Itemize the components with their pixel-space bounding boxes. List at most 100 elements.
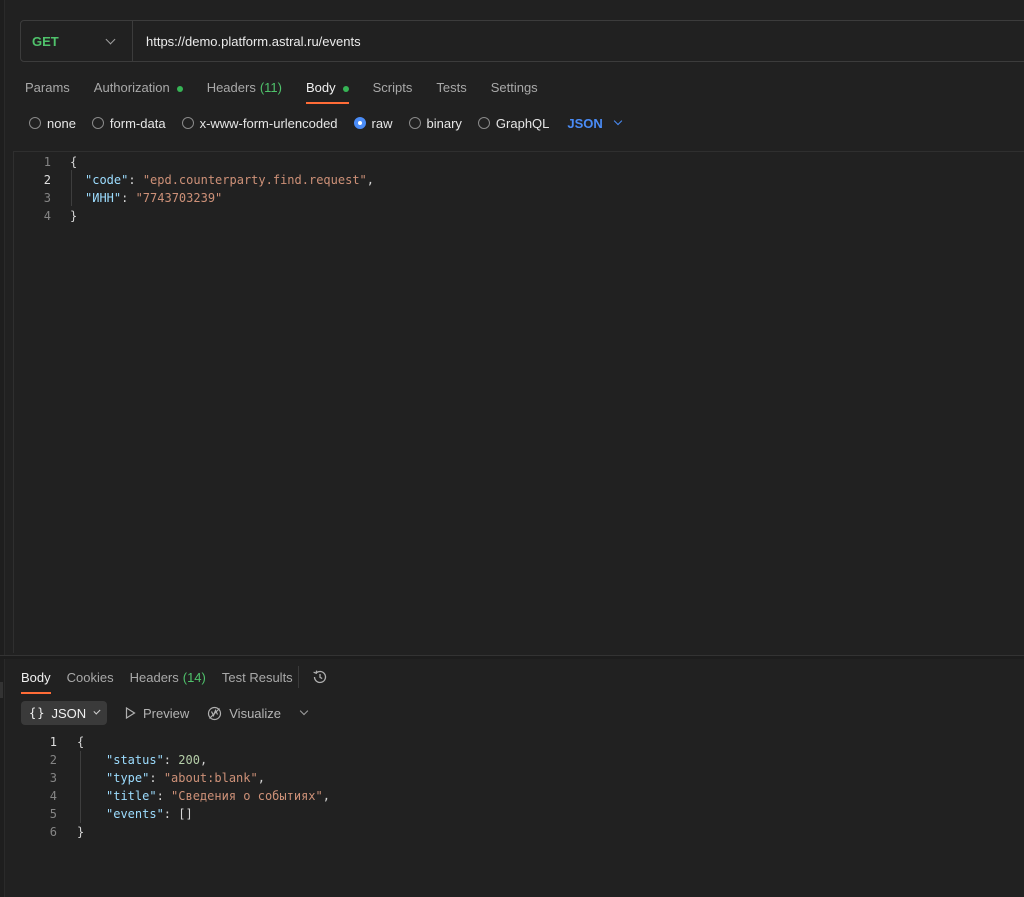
json-array: [] [178, 807, 193, 821]
tab-separator [298, 666, 299, 688]
request-tabs: Params Authorization Headers (11) Body Sc… [25, 78, 538, 104]
tab-response-headers[interactable]: Headers (14) [130, 668, 206, 694]
tab-label: Cookies [66, 670, 114, 685]
radio-label: form-data [109, 115, 166, 131]
tab-params[interactable]: Params [25, 78, 70, 104]
json-key: "code" [85, 173, 129, 187]
method-select[interactable]: GET [21, 21, 133, 61]
response-tabs: Body Cookies Headers (14) Test Results [21, 668, 293, 694]
visualize-button[interactable]: Visualize [207, 706, 281, 721]
line-number: 6 [49, 825, 57, 839]
status-dot [176, 86, 183, 92]
left-edge-handle[interactable] [0, 682, 3, 698]
json-string: "about:blank" [163, 771, 258, 785]
line-number: 2 [43, 173, 51, 187]
radio-icon [29, 117, 41, 129]
radio-raw[interactable]: raw [353, 115, 393, 131]
braces-icon: {} [29, 706, 46, 720]
url-input[interactable] [133, 21, 1024, 61]
json-key: "title" [106, 789, 157, 803]
code-line: "status": 200, [106, 753, 208, 767]
code-line: } [77, 823, 84, 841]
tab-settings[interactable]: Settings [491, 78, 538, 104]
radio-none[interactable]: none [29, 116, 76, 131]
chevron-down-icon [613, 116, 623, 126]
code-line: "title": "Сведения о событиях", [106, 789, 330, 803]
tab-authorization[interactable]: Authorization [94, 78, 183, 104]
visualize-label: Visualize [229, 705, 282, 721]
history-icon[interactable] [312, 669, 328, 685]
chevron-down-icon [105, 34, 116, 44]
json-brace: { [70, 155, 78, 169]
line-number: 3 [49, 771, 57, 785]
code-line: "code": "epd.counterparty.find.request", [85, 173, 375, 187]
json-brace: } [77, 825, 85, 839]
tab-body[interactable]: Body [305, 78, 349, 104]
code-line: { [77, 733, 84, 751]
tab-label: Tests [436, 80, 467, 95]
json-key: "events" [106, 807, 164, 821]
preview-label: Preview [143, 705, 190, 721]
json-string: "epd.counterparty.find.request" [142, 173, 367, 187]
indent-guide [80, 751, 81, 823]
radio-form-data[interactable]: form-data [91, 115, 166, 131]
method-label: GET [32, 33, 59, 49]
tab-scripts[interactable]: Scripts [373, 78, 413, 104]
code-line: "type": "about:blank", [106, 771, 265, 785]
radio-label: x-www-form-urlencoded [199, 115, 338, 131]
tab-label: Settings [490, 80, 538, 95]
code-line: "events": [] [106, 807, 193, 821]
tab-label: Scripts [372, 80, 413, 95]
radio-icon [181, 117, 194, 129]
language-select[interactable]: JSON [567, 115, 623, 131]
tab-response-body[interactable]: Body [21, 668, 51, 694]
line-number: 5 [49, 807, 57, 821]
line-number: 2 [49, 753, 57, 767]
json-string: "7743703239" [135, 191, 223, 205]
tab-headers[interactable]: Headers (11) [207, 78, 282, 104]
tab-cookies[interactable]: Cookies [67, 668, 114, 694]
response-toolbar: {} JSON Preview Visualize [21, 701, 309, 725]
chevron-down-icon[interactable] [299, 706, 309, 716]
indent-guide [71, 170, 72, 206]
url-bar: GET [20, 20, 1024, 62]
response-body-viewer[interactable]: 1 2 3 4 5 6 { "status": 200, "type": "ab… [0, 733, 1024, 853]
radio-label: binary [426, 115, 462, 131]
pane-resize-handle[interactable] [0, 655, 1024, 659]
code-line: } [70, 207, 77, 225]
request-body-editor[interactable]: 1 2 3 4 { "code": "epd.counterparty.find… [13, 151, 1024, 653]
radio-label: none [47, 115, 76, 131]
status-dot [342, 86, 349, 92]
tab-count: (11) [259, 80, 282, 95]
tab-test-results[interactable]: Test Results [222, 668, 293, 694]
radio-label: raw [371, 115, 393, 131]
json-number: 200 [178, 753, 200, 767]
response-format-select[interactable]: {} JSON [21, 701, 107, 725]
line-number: 4 [43, 209, 51, 223]
json-brace: } [70, 209, 78, 223]
tab-label: Test Results [221, 670, 293, 685]
line-number: 1 [49, 735, 57, 749]
tab-label: Authorization [93, 80, 170, 95]
json-string: "Сведения о событиях" [171, 789, 323, 803]
code-line: { [70, 153, 77, 171]
json-brace: { [77, 735, 85, 749]
radio-graphql[interactable]: GraphQL [477, 116, 549, 131]
tab-count: (14) [182, 670, 206, 685]
radio-icon [91, 117, 104, 129]
code-line: "ИНН": "7743703239" [85, 191, 223, 205]
radio-binary[interactable]: binary [408, 115, 462, 131]
tab-tests[interactable]: Tests [436, 78, 466, 104]
tab-label: Body [305, 80, 336, 95]
json-key: "ИНН" [85, 191, 122, 205]
tab-label: Headers [129, 670, 179, 685]
line-number: 4 [49, 789, 57, 803]
tab-label: Headers [206, 80, 256, 95]
preview-button[interactable]: Preview [125, 706, 189, 721]
body-type-selector: none form-data x-www-form-urlencoded raw… [29, 114, 623, 132]
language-label: JSON [567, 115, 603, 131]
radio-urlencoded[interactable]: x-www-form-urlencoded [181, 115, 338, 131]
json-key: "status" [106, 753, 164, 767]
tab-label: Body [21, 670, 51, 685]
tab-label: Params [25, 80, 70, 95]
